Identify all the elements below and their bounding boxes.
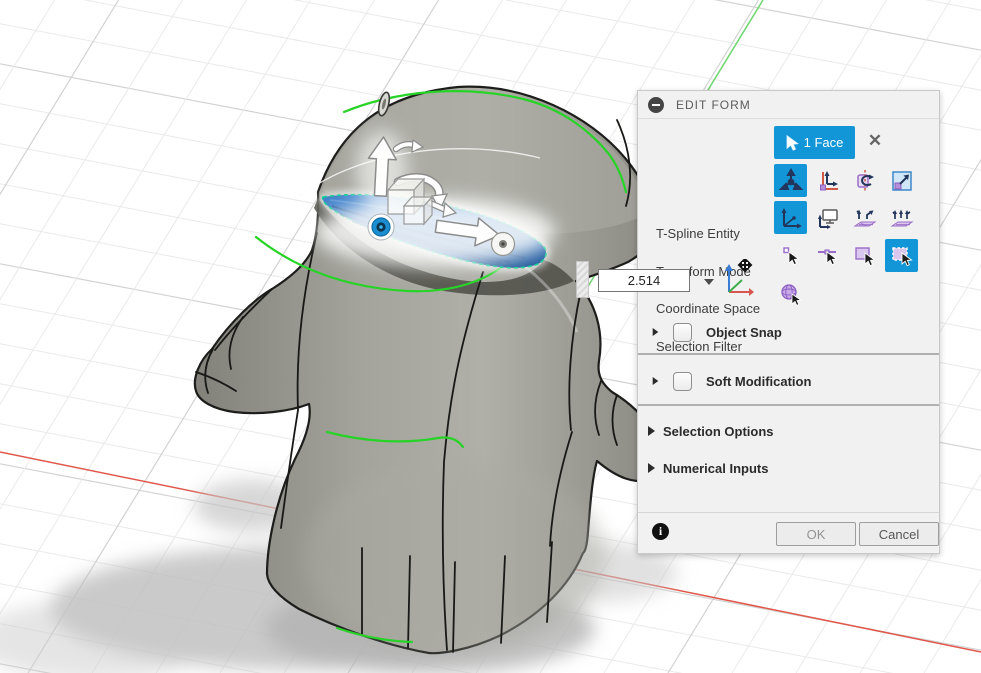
world-axes-icon xyxy=(781,207,802,228)
edit-form-dialog: EDIT FORM T-Spline Entity 1 Face ✕ Trans… xyxy=(637,90,940,554)
numerical-inputs-expand-icon[interactable] xyxy=(648,463,655,473)
filter-vertex-button[interactable] xyxy=(774,239,807,272)
cancel-button[interactable]: Cancel xyxy=(859,522,939,546)
value-dropdown-button[interactable] xyxy=(701,274,717,289)
per-entity-plane-icon xyxy=(889,209,914,226)
local-plane-icon xyxy=(852,209,877,226)
divider xyxy=(638,404,939,406)
selection-options-label: Selection Options xyxy=(663,423,774,439)
selection-options-expand-icon[interactable] xyxy=(648,426,655,436)
filter-all-button[interactable] xyxy=(885,239,918,272)
translate-icon xyxy=(778,167,803,190)
coordinate-space-label: Coordinate Space xyxy=(656,301,761,316)
transform-move-axes-button[interactable] xyxy=(811,164,844,197)
view-screen-icon xyxy=(817,208,838,229)
transform-translate-button[interactable] xyxy=(774,164,807,197)
soft-modification-row: Soft Modification xyxy=(638,368,939,394)
ok-button[interactable]: OK xyxy=(776,522,856,546)
chip-label: 1 Face xyxy=(803,135,844,150)
soft-modification-checkbox[interactable] xyxy=(673,371,692,391)
transform-rotate-button[interactable] xyxy=(848,164,881,197)
widget-drag-handle[interactable] xyxy=(576,261,589,298)
dialog-header[interactable]: EDIT FORM xyxy=(638,91,939,119)
object-snap-row: Object Snap xyxy=(638,319,939,345)
selection-options-section[interactable]: Selection Options xyxy=(648,421,939,441)
coord-local-button[interactable] xyxy=(848,201,881,234)
vertex-filter-icon xyxy=(782,246,800,265)
numerical-inputs-section[interactable]: Numerical Inputs xyxy=(648,458,939,478)
scale-icon xyxy=(891,170,912,191)
collapse-icon[interactable] xyxy=(648,96,664,113)
filter-edge-button[interactable] xyxy=(811,239,844,272)
divider xyxy=(638,353,939,355)
tspline-entity-label: T-Spline Entity xyxy=(656,226,740,241)
coord-view-button[interactable] xyxy=(811,201,844,234)
clear-selection-icon[interactable]: ✕ xyxy=(864,130,886,152)
numerical-inputs-label: Numerical Inputs xyxy=(663,460,769,476)
info-icon[interactable]: i xyxy=(652,523,669,540)
filter-face-button[interactable] xyxy=(848,239,881,272)
body-filter-icon xyxy=(780,283,802,306)
footer-separator xyxy=(638,512,939,513)
white-point-handle[interactable] xyxy=(490,231,516,257)
rotate-icon xyxy=(856,169,874,192)
object-snap-label: Object Snap xyxy=(706,324,782,340)
tspline-selection-chip[interactable]: 1 Face xyxy=(774,126,855,159)
face-filter-icon xyxy=(854,246,876,266)
soft-modification-label: Soft Modification xyxy=(706,373,812,389)
move-axes-icon xyxy=(819,170,838,190)
blue-point-handle[interactable] xyxy=(367,213,395,241)
edge-filter-icon xyxy=(817,249,838,265)
soft-modification-expand-icon[interactable] xyxy=(652,377,659,385)
dialog-title: EDIT FORM xyxy=(676,97,751,112)
coord-per-entity-button[interactable] xyxy=(885,201,918,234)
triad-move-icon[interactable] xyxy=(720,259,754,297)
coord-world-button[interactable] xyxy=(774,201,807,234)
transform-value-input[interactable] xyxy=(598,269,690,292)
transform-scale-button[interactable] xyxy=(885,164,918,197)
object-snap-checkbox[interactable] xyxy=(673,322,692,342)
move-cross-icon xyxy=(737,259,753,273)
filter-body-button[interactable] xyxy=(774,277,807,310)
all-filter-icon xyxy=(891,246,913,266)
object-snap-expand-icon[interactable] xyxy=(652,328,659,336)
cursor-icon xyxy=(786,134,799,151)
